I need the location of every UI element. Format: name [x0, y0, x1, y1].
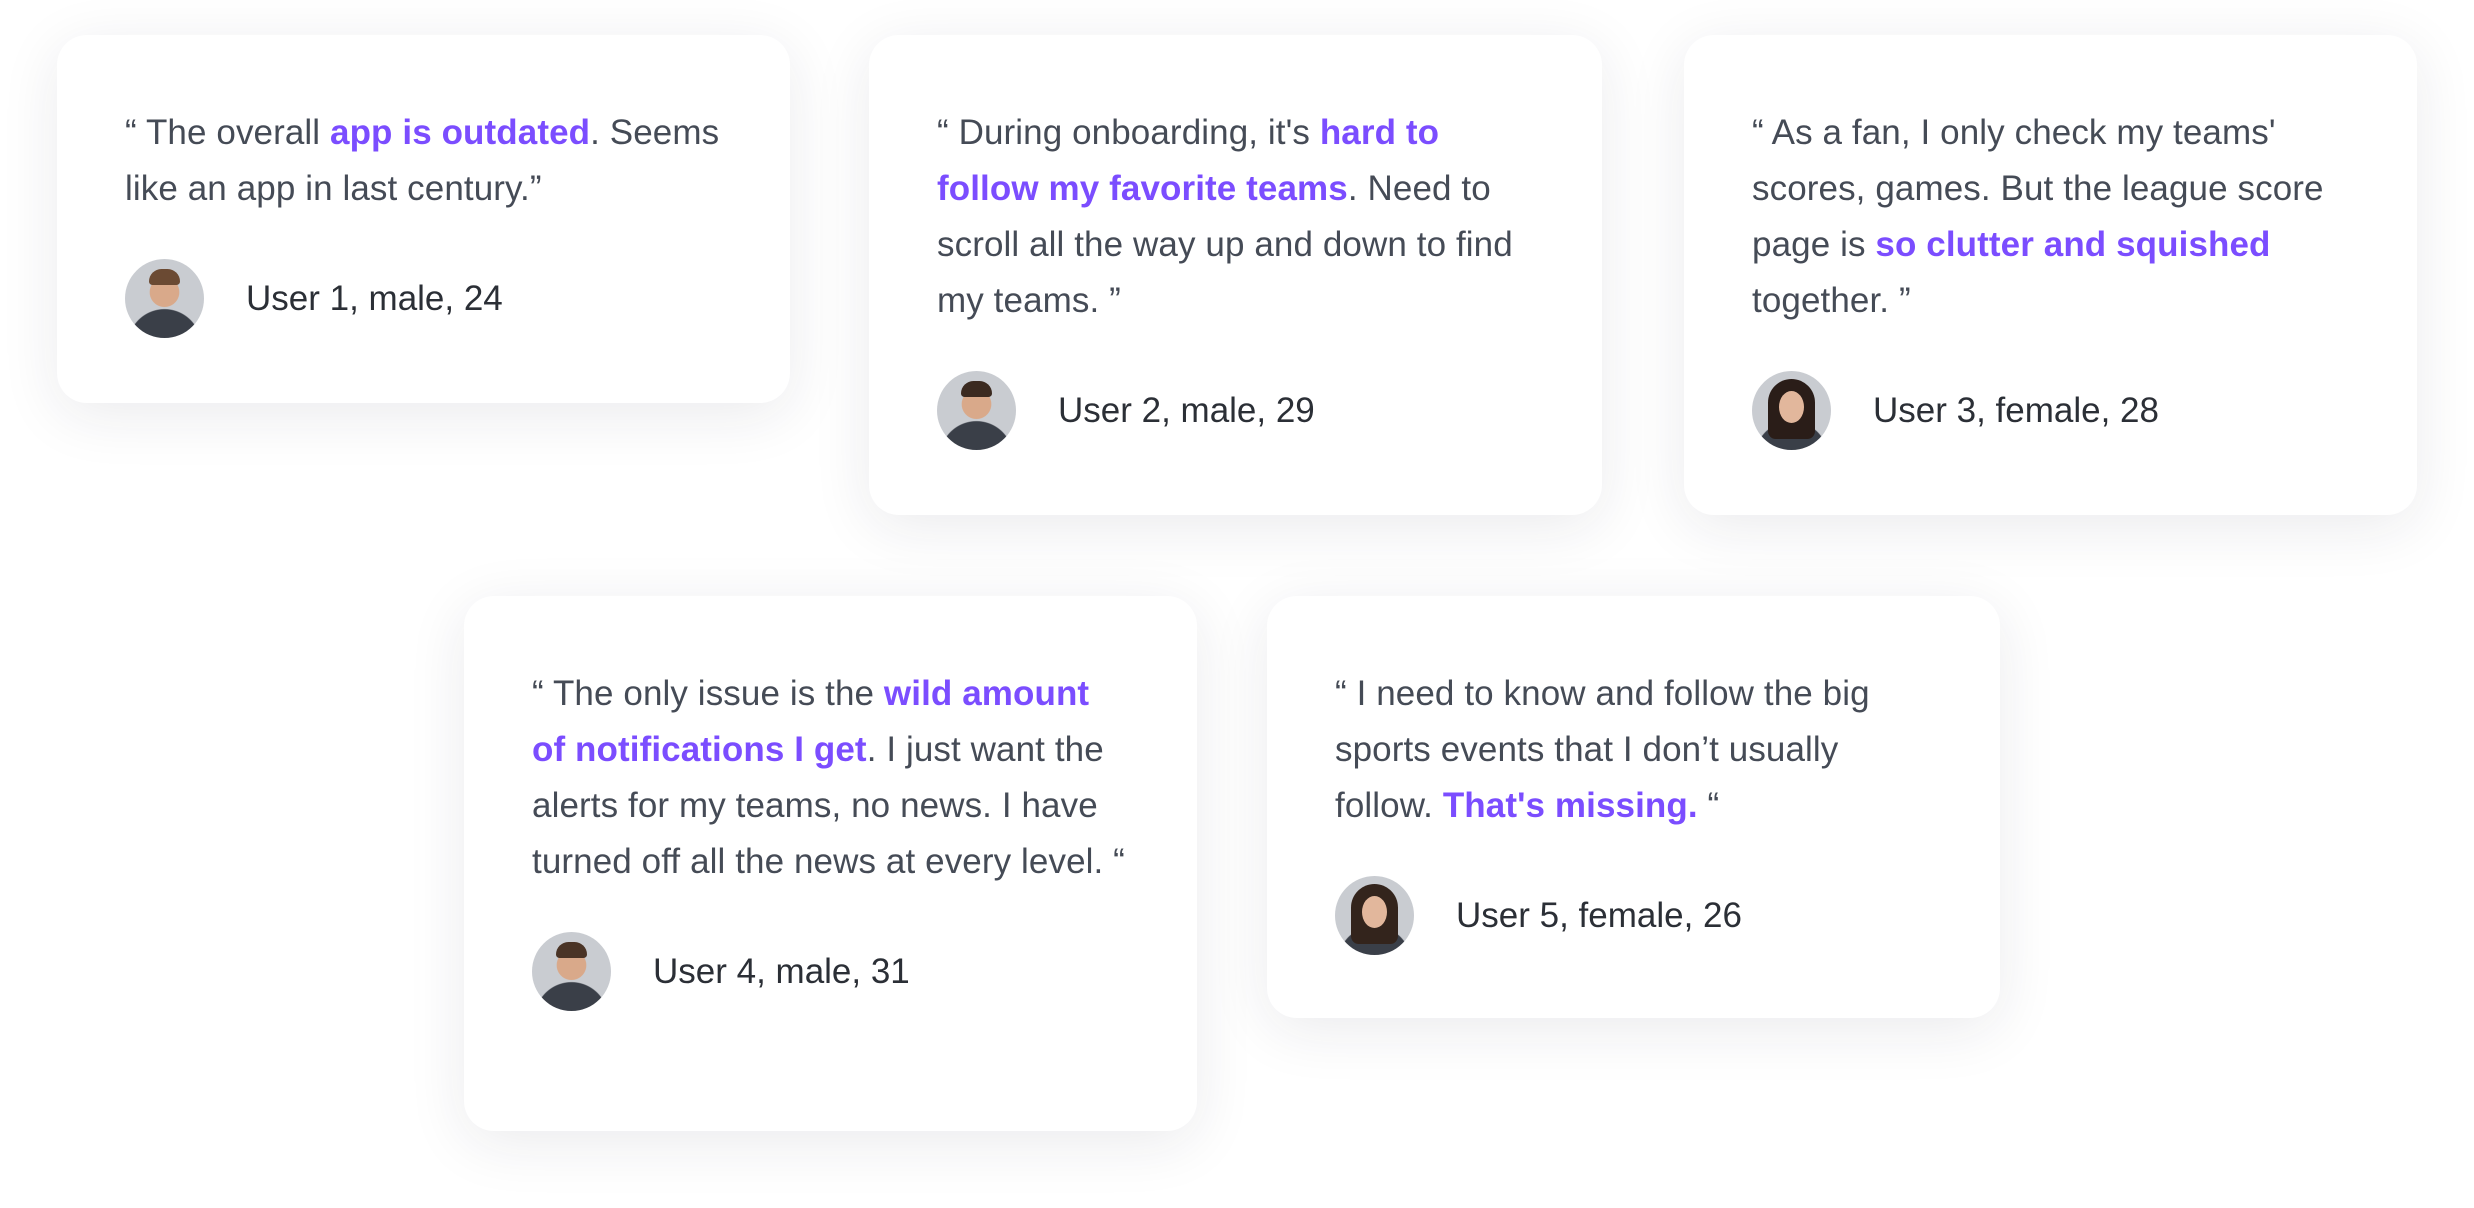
testimonial-card: “ I need to know and follow the big spor…: [1267, 596, 2000, 1018]
quote-highlight: That's missing.: [1442, 786, 1698, 825]
testimonial-author: User 5, female, 26: [1335, 876, 1932, 955]
author-label: User 5, female, 26: [1456, 895, 1742, 935]
testimonial-card: “ As a fan, I only check my teams' score…: [1684, 35, 2417, 515]
testimonial-author: User 2, male, 29: [937, 371, 1534, 450]
quote-text: “ During onboarding, it's: [937, 113, 1320, 152]
quote-text: “ The only issue is the: [532, 674, 884, 713]
author-label: User 3, female, 28: [1873, 390, 2159, 430]
testimonial-author: User 4, male, 31: [532, 932, 1129, 1011]
testimonial-card: “ The overall app is outdated. Seems lik…: [57, 35, 790, 403]
quote-text: “: [1697, 786, 1720, 825]
quote-highlight: so clutter and squished: [1875, 225, 2271, 264]
testimonial-quote: “ During onboarding, it's hard to follow…: [937, 105, 1534, 329]
quote-text: “ The overall: [125, 113, 331, 152]
avatar: [532, 932, 611, 1011]
quote-text: together. ”: [1752, 281, 1911, 320]
testimonial-quote: “ I need to know and follow the big spor…: [1335, 666, 1932, 834]
avatar: [1335, 876, 1414, 955]
avatar: [1752, 371, 1831, 450]
testimonial-card: “ The only issue is the wild amount of n…: [464, 596, 1197, 1131]
testimonial-quote: “ The overall app is outdated. Seems lik…: [125, 105, 722, 217]
avatar: [125, 259, 204, 338]
avatar: [937, 371, 1016, 450]
testimonial-quote: “ The only issue is the wild amount of n…: [532, 666, 1129, 890]
quote-highlight: app is outdated: [330, 113, 591, 152]
testimonial-quote: “ As a fan, I only check my teams' score…: [1752, 105, 2349, 329]
author-label: User 1, male, 24: [246, 278, 503, 318]
testimonial-author: User 3, female, 28: [1752, 371, 2349, 450]
author-label: User 4, male, 31: [653, 951, 910, 991]
testimonial-author: User 1, male, 24: [125, 259, 722, 338]
testimonial-card: “ During onboarding, it's hard to follow…: [869, 35, 1602, 515]
author-label: User 2, male, 29: [1058, 390, 1315, 430]
